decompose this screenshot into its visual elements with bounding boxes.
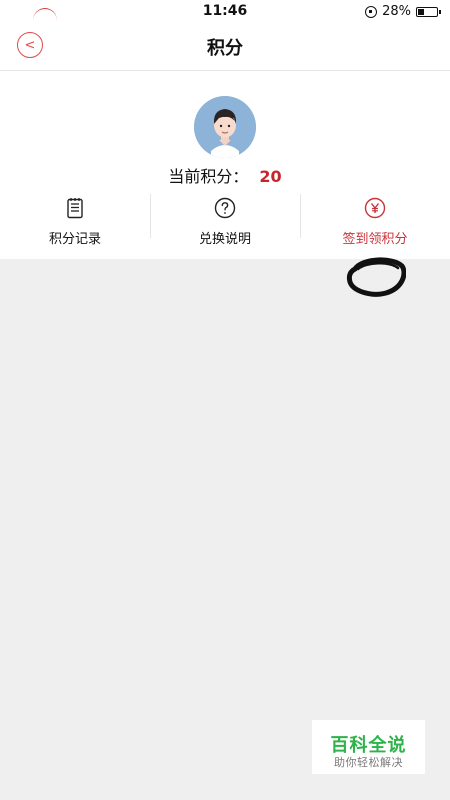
records-icon [63, 196, 87, 220]
profile-card: 当前积分： 20 积分记录 兑换说明 签到领积分 [0, 71, 450, 259]
exchange-instructions-button[interactable]: 兑换说明 [150, 192, 300, 247]
battery-percentage: 28% [382, 4, 411, 19]
points-records-label: 积分记录 [48, 232, 101, 247]
page-title: 积分 [207, 38, 243, 59]
status-bar: 11:46 28% [0, 0, 450, 24]
watermark-subtitle: 助你轻松解决 [334, 756, 403, 769]
lock-icon [365, 5, 378, 18]
avatar [194, 96, 256, 158]
yuan-icon [363, 196, 387, 220]
watermark-logo: 百科全说 助你轻松解决 [312, 720, 425, 774]
points-summary: 当前积分： 20 [0, 163, 450, 187]
battery-icon [416, 6, 441, 17]
points-records-button[interactable]: 积分记录 [0, 192, 150, 247]
points-value: 20 [259, 167, 282, 186]
status-right-group: 28% [365, 4, 441, 19]
hand-drawn-circle-annotation [346, 257, 406, 297]
points-label: 当前积分： [168, 167, 249, 186]
check-in-points-label: 签到领积分 [342, 232, 408, 247]
user-avatar-icon [194, 96, 256, 158]
help-circle-icon [213, 196, 237, 220]
page-header: < 积分 [0, 24, 450, 71]
check-in-points-button[interactable]: 签到领积分 [300, 192, 450, 247]
points-actions: 积分记录 兑换说明 签到领积分 [0, 192, 450, 247]
exchange-instructions-label: 兑换说明 [198, 232, 251, 247]
